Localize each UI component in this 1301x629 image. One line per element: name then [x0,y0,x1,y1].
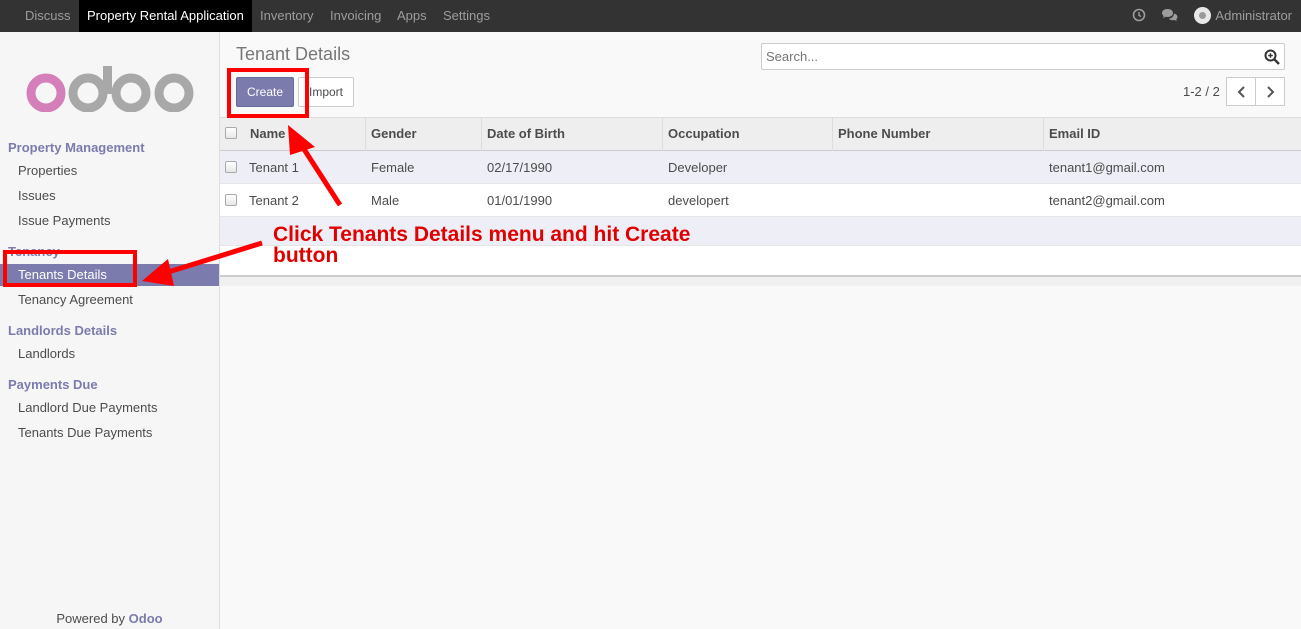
arrow-head-up [288,125,315,155]
annotation-arrows [142,125,343,286]
annotation-text: Click Tenants Details menu and hit Creat… [273,223,691,267]
arrow-head-left [142,259,174,286]
